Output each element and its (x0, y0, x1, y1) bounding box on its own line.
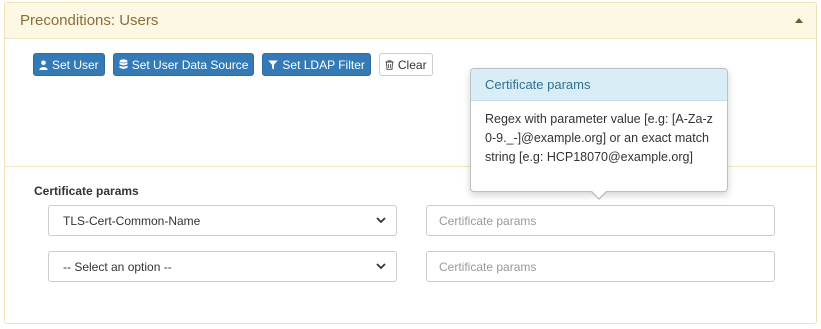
certificate-params-popover: Certificate params Regex with parameter … (470, 68, 728, 200)
set-user-button[interactable]: Set User (33, 53, 105, 76)
trash-icon (385, 59, 394, 70)
panel-heading[interactable]: Preconditions: Users (5, 3, 816, 39)
set-user-label: Set User (52, 57, 99, 72)
select-value: TLS-Cert-Common-Name (63, 213, 201, 228)
toolbar: Set User Set User Data Source Set LDAP F… (33, 53, 433, 76)
popover-arrow (590, 190, 608, 200)
certificate-params-label: Certificate params (34, 184, 139, 198)
panel-title: Preconditions: Users (20, 12, 159, 29)
certificate-param-input-2[interactable] (426, 251, 775, 282)
clear-button[interactable]: Clear (378, 53, 433, 76)
certificate-param-input-1[interactable] (426, 205, 775, 236)
caret-up-icon[interactable] (794, 17, 804, 25)
set-ldap-filter-button[interactable]: Set LDAP Filter (262, 53, 371, 76)
filter-icon (268, 60, 279, 70)
user-icon (39, 60, 48, 70)
select-value: -- Select an option -- (63, 259, 172, 274)
set-user-data-source-label: Set User Data Source (131, 57, 249, 72)
database-icon (119, 59, 128, 70)
set-ldap-filter-label: Set LDAP Filter (282, 57, 365, 72)
certificate-param-select-2[interactable]: -- Select an option -- (48, 251, 397, 282)
popover-title: Certificate params (471, 69, 727, 101)
clear-label: Clear (397, 57, 427, 72)
chevron-down-icon (376, 217, 386, 224)
set-user-data-source-button[interactable]: Set User Data Source (112, 53, 255, 76)
popover-content: Regex with parameter value [e.g: [A-Za-z… (485, 112, 713, 164)
chevron-down-icon (376, 263, 386, 270)
certificate-param-select-1[interactable]: TLS-Cert-Common-Name (48, 205, 397, 236)
